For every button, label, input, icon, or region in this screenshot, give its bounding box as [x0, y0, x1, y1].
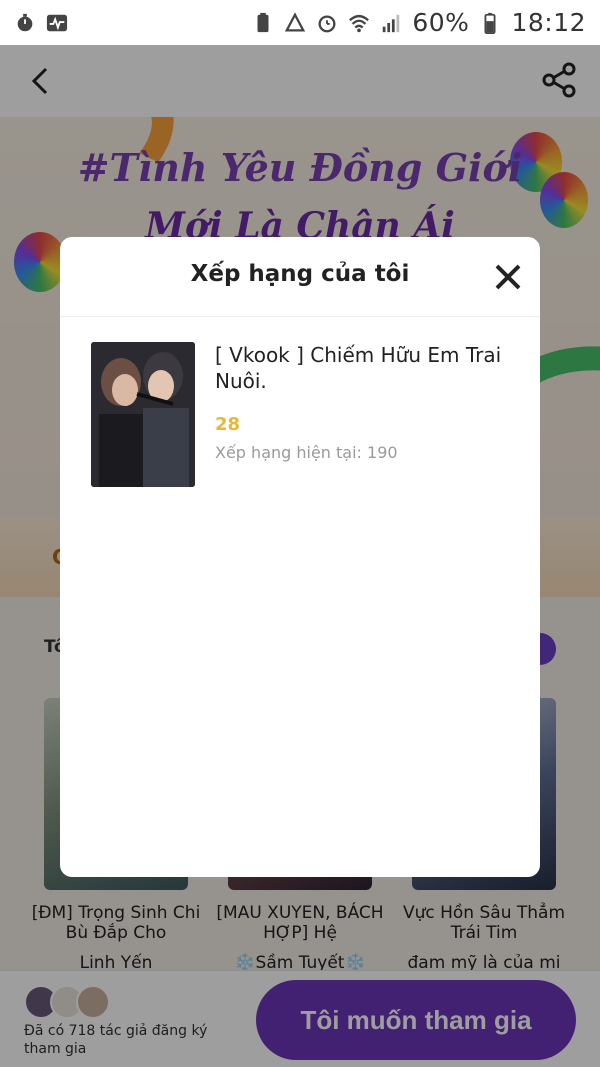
modal-header: Xếp hạng của tôi	[60, 237, 540, 317]
current-rank: Xếp hạng hiện tại: 190	[215, 443, 398, 462]
status-bar: 60% 18:12	[0, 0, 600, 45]
ranking-info: [ Vkook ] Chiếm Hữu Em Trai Nuôi. 28 Xếp…	[215, 342, 511, 462]
story-title[interactable]: [ Vkook ] Chiếm Hữu Em Trai Nuôi.	[215, 342, 511, 394]
close-icon[interactable]	[494, 263, 522, 291]
story-cover-image[interactable]	[91, 342, 195, 487]
ranking-item[interactable]: [ Vkook ] Chiếm Hữu Em Trai Nuôi. 28 Xếp…	[91, 342, 511, 488]
battery-icon	[484, 12, 496, 34]
stopwatch-icon	[17, 13, 33, 31]
activity-monitor-icon	[46, 14, 68, 31]
battery-saver-icon	[257, 12, 269, 32]
battery-percent: 60%	[412, 8, 470, 37]
status-right: 60% 18:12	[252, 8, 586, 37]
signal-icon	[383, 14, 400, 32]
status-left	[14, 12, 68, 34]
clock: 18:12	[511, 8, 586, 37]
recycle-icon	[285, 11, 306, 31]
my-ranking-modal: Xếp hạng của tôi [ Vkook ] Chiếm Hữu Em …	[60, 237, 540, 877]
story-score: 28	[215, 414, 241, 435]
modal-title: Xếp hạng của tôi	[190, 261, 410, 287]
cover-artwork	[91, 342, 195, 487]
alarm-icon	[318, 14, 336, 32]
wifi-icon	[349, 14, 370, 32]
